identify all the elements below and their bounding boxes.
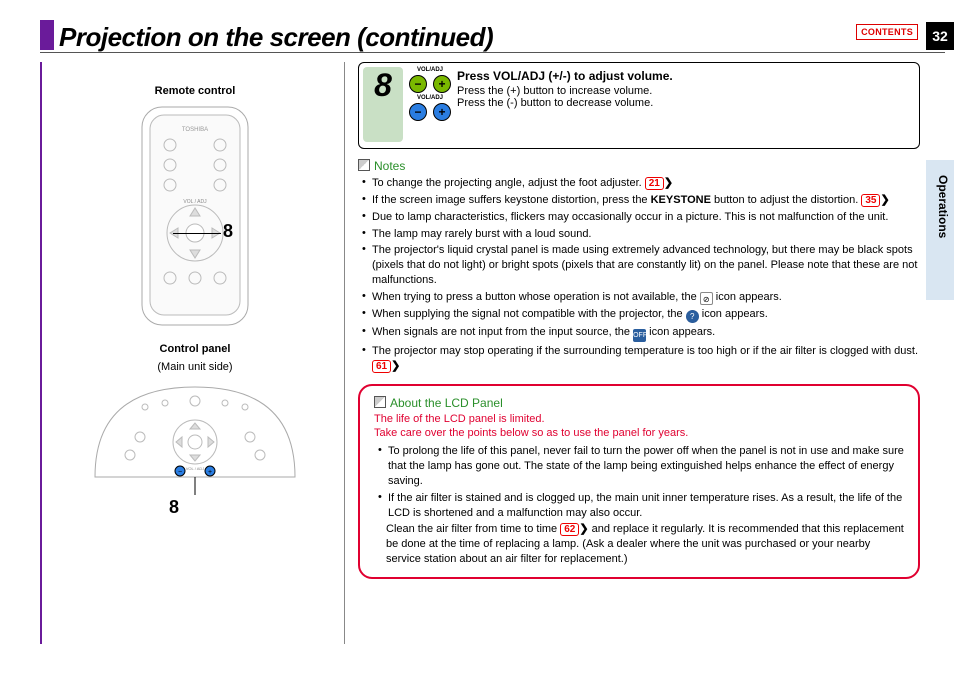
contents-button[interactable]: CONTENTS xyxy=(856,24,918,40)
vol-minus-green-icon: − xyxy=(409,75,427,93)
column-divider xyxy=(344,62,345,644)
status-q-icon: ? xyxy=(686,310,699,323)
step-line2: Press the (-) button to decrease volume. xyxy=(457,97,913,109)
svg-text:VOL / ADJ: VOL / ADJ xyxy=(186,466,205,471)
warning-item: To prolong the life of this panel, never… xyxy=(376,444,904,489)
note-item: The lamp may rarely burst with a loud so… xyxy=(360,227,920,242)
step-number: 8 xyxy=(374,69,392,101)
status-off-icon: OFF xyxy=(633,329,646,342)
lcd-panel-warning-box: About the LCD Panel The life of the LCD … xyxy=(358,384,920,579)
remote-label: Remote control xyxy=(65,85,325,97)
page-ref-link[interactable]: 35 xyxy=(861,194,880,207)
remote-callout-8: 8 xyxy=(223,221,233,242)
vol-minus-blue-icon: − xyxy=(409,103,427,121)
header-accent xyxy=(40,20,54,50)
right-column: 8 VOL/ADJ − + VOL/ADJ − + Press VOL/ADJ … xyxy=(358,62,920,579)
svg-text:TOSHIBA: TOSHIBA xyxy=(182,127,208,133)
warning-heading: About the LCD Panel xyxy=(374,396,904,410)
page-ref-link[interactable]: 61 xyxy=(372,360,391,373)
note-item: When supplying the signal not compatible… xyxy=(360,307,920,323)
note-item: The projector's liquid crystal panel is … xyxy=(360,243,920,288)
left-column: Remote control TOSHIBA VOL / ADJ xyxy=(65,85,325,497)
status-no-icon: ⊘ xyxy=(700,292,713,305)
warning-sub: The life of the LCD panel is limited. Ta… xyxy=(374,412,904,441)
notes-heading: Notes xyxy=(358,159,920,173)
vol-plus-green-icon: + xyxy=(433,75,451,93)
step-line1: Press the (+) button to increase volume. xyxy=(457,85,913,97)
panel-callout-8: 8 xyxy=(169,497,179,518)
remote-control-illustration: TOSHIBA VOL / ADJ xyxy=(130,103,260,333)
vol-plus-blue-icon: + xyxy=(433,103,451,121)
control-panel-illustration: − + VOL / ADJ xyxy=(85,377,305,497)
step-number-box: 8 xyxy=(363,67,403,142)
notes-section: Notes To change the projecting angle, ad… xyxy=(358,159,920,374)
page-title: Projection on the screen (continued) xyxy=(59,22,493,53)
svg-text:+: + xyxy=(208,469,212,476)
note-item: To change the projecting angle, adjust t… xyxy=(360,176,920,191)
step-8-box: 8 VOL/ADJ − + VOL/ADJ − + Press VOL/ADJ … xyxy=(358,62,920,149)
title-underline xyxy=(40,52,945,53)
page-ref-link[interactable]: 21 xyxy=(645,177,664,190)
warning-clean-line: Clean the air filter from time to time 6… xyxy=(374,522,904,567)
page-number: 32 xyxy=(926,22,954,50)
svg-text:VOL / ADJ: VOL / ADJ xyxy=(183,199,207,205)
note-item: When trying to press a button whose oper… xyxy=(360,290,920,305)
side-tab-label: Operations xyxy=(936,175,950,238)
svg-text:−: − xyxy=(178,469,182,476)
control-panel-label: Control panel xyxy=(65,343,325,355)
step-title: Press VOL/ADJ (+/-) to adjust volume. xyxy=(457,69,913,83)
note-item: If the screen image suffers keystone dis… xyxy=(360,193,920,208)
control-panel-sublabel: (Main unit side) xyxy=(65,361,325,373)
left-accent-line xyxy=(40,62,42,644)
note-item: Due to lamp characteristics, flickers ma… xyxy=(360,210,920,225)
note-item: The projector may stop operating if the … xyxy=(360,344,920,374)
vol-adj-graphic: VOL/ADJ − + VOL/ADJ − + xyxy=(409,67,451,123)
warning-item: If the air filter is stained and is clog… xyxy=(376,491,904,521)
page-ref-link[interactable]: 62 xyxy=(560,523,579,536)
note-item: When signals are not input from the inpu… xyxy=(360,325,920,342)
